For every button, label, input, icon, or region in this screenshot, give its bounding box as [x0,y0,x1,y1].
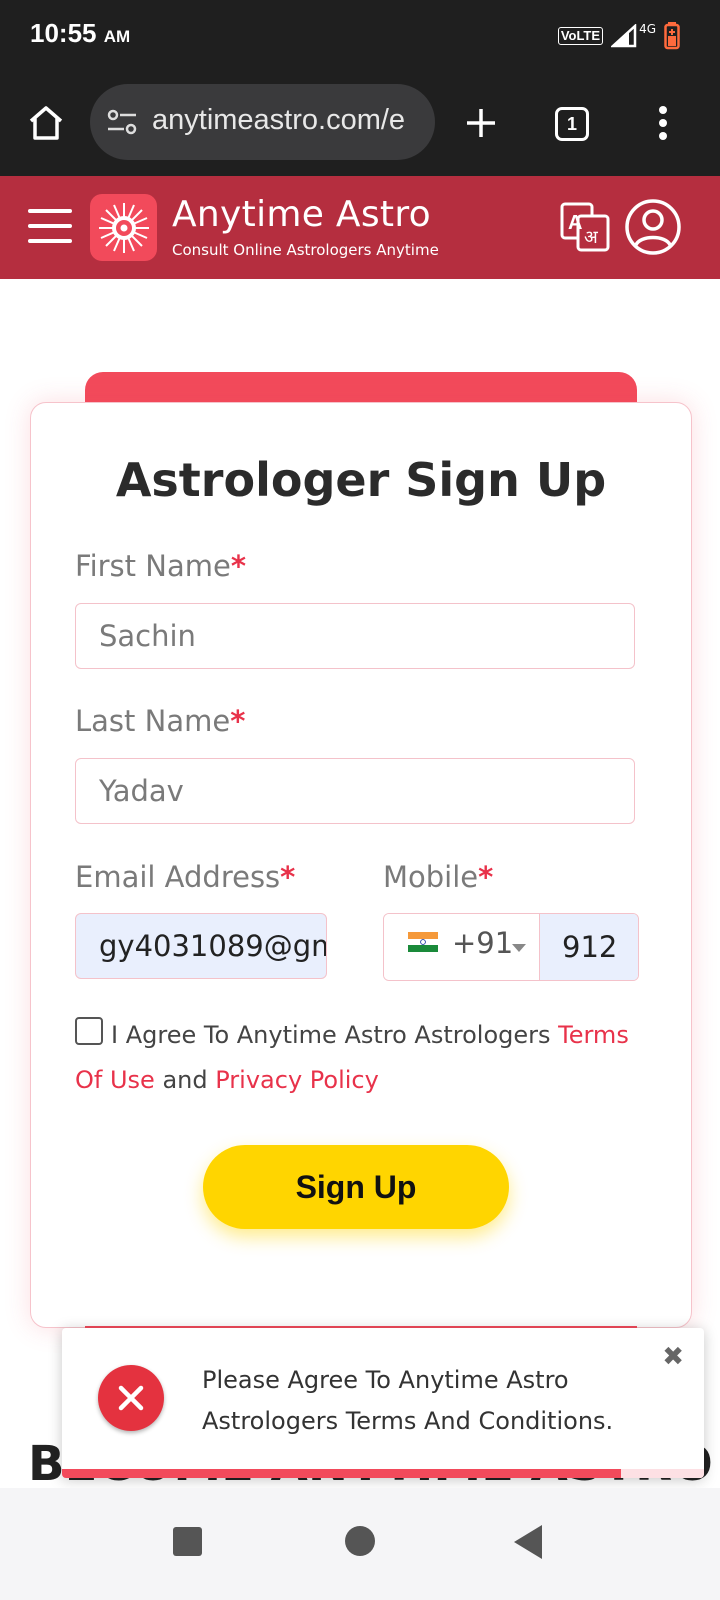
email-label: Email Address* [75,860,295,894]
required-mark: * [230,704,246,738]
mobile-label: Mobile* [383,860,493,894]
country-code-select[interactable]: +91 [384,914,540,980]
volte-icon: VoLTE [557,27,604,45]
back-button[interactable] [514,1525,542,1559]
address-bar[interactable]: anytimeastro.com/e [90,84,435,160]
home-icon [29,106,63,140]
email-input[interactable]: gy4031089@gm [75,913,327,979]
page-title: Astrologer Sign Up [115,453,607,507]
hamburger-icon [28,209,72,243]
home-nav-button[interactable] [345,1526,375,1556]
terms-checkbox[interactable] [75,1017,103,1045]
mobile-input[interactable]: 912 [540,914,638,980]
close-icon[interactable]: ✖ [662,1342,684,1372]
translate-icon: A अ [560,202,610,252]
last-name-label: Last Name* [75,704,245,738]
required-mark: * [478,860,494,894]
email-label-text: Email Address [75,860,281,894]
more-vert-icon [659,106,667,140]
required-mark: * [230,549,246,583]
terms-agreement: I Agree To Anytime Astro Astrologers Ter… [75,1013,635,1103]
last-name-label-text: Last Name [75,704,231,738]
browser-toolbar: anytimeastro.com/e 1 [0,70,720,176]
svg-text:अ: अ [584,227,599,248]
language-button[interactable]: A अ [558,200,612,254]
brand-title[interactable]: Anytime Astro [172,194,431,235]
toast-message: Please Agree To Anytime Astro Astrologer… [202,1366,614,1435]
brand-subtitle: Consult Online Astrologers Anytime [172,241,439,259]
error-icon [98,1365,164,1431]
india-flag-icon [408,932,438,952]
plus-icon [467,109,495,137]
svg-text:A: A [568,212,582,234]
url-text: anytimeastro.com/e [152,104,406,136]
site-header: Anytime Astro Consult Online Astrologers… [0,176,720,279]
mobile-field: +91 912 [383,913,639,981]
signal-icon [611,24,637,48]
system-nav-bar [0,1488,720,1600]
tab-switcher-button[interactable]: 1 [552,104,592,144]
first-name-label-text: First Name [75,549,231,583]
browser-menu-button[interactable] [648,100,678,146]
status-time-ampm: AM [103,27,131,46]
last-name-input[interactable]: Yadav [75,758,635,824]
privacy-link[interactable]: Privacy Policy [215,1066,379,1094]
toast-progress-bar [62,1469,621,1478]
chevron-down-icon [512,944,526,952]
tab-count: 1 [555,107,589,141]
status-time-value: 10:55 [30,18,97,48]
x-mark-icon [118,1385,144,1411]
country-code: +91 [452,926,514,960]
signup-card: Astrologer Sign Up First Name* Sachin La… [30,402,692,1328]
home-button[interactable] [22,100,70,146]
brand-logo[interactable] [90,194,157,261]
status-icons: VoLTE 4G [557,22,680,50]
menu-button[interactable] [26,204,74,248]
account-button[interactable] [624,194,682,260]
agree-text: I Agree To Anytime Astro Astrologers [111,1021,551,1049]
status-bar: 10:55 AM VoLTE 4G [0,0,720,70]
sign-up-button[interactable]: Sign Up [203,1145,509,1229]
recents-button[interactable] [173,1527,202,1556]
new-tab-button[interactable] [460,102,502,144]
status-time: 10:55 AM [30,18,130,49]
sun-logo-icon [98,202,149,253]
network-type-label: 4G [639,22,656,36]
first-name-input[interactable]: Sachin [75,603,635,669]
mobile-label-text: Mobile [383,860,479,894]
and-text: and [162,1066,208,1094]
user-icon [625,199,681,255]
error-toast: Please Agree To Anytime Astro Astrologer… [62,1328,704,1478]
battery-icon [664,22,680,50]
required-mark: * [280,860,296,894]
site-settings-icon[interactable] [106,108,138,136]
first-name-label: First Name* [75,549,246,583]
